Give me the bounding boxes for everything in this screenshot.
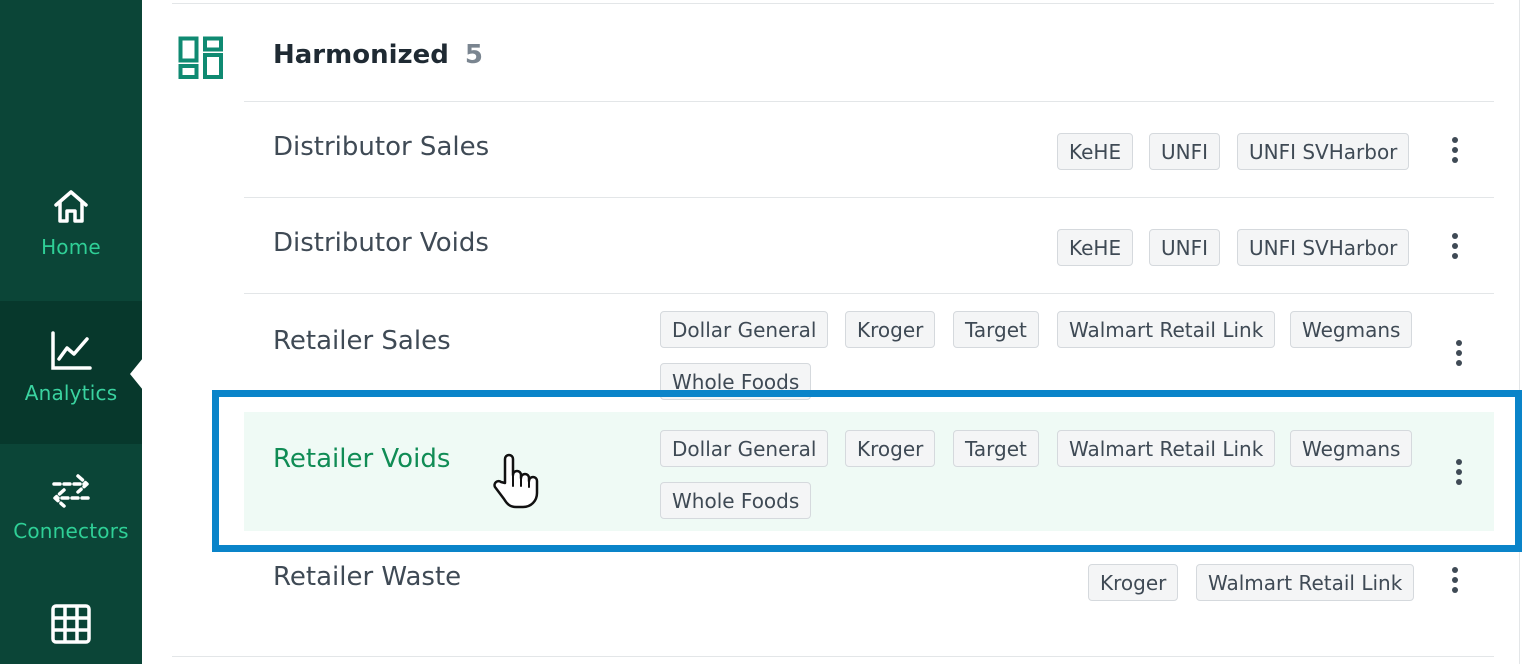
more-options-icon[interactable] <box>1445 135 1465 165</box>
divider <box>172 3 1494 4</box>
group-header: Harmonized 5 <box>273 40 483 70</box>
sidebar-item-home[interactable]: Home <box>0 165 142 300</box>
active-indicator <box>130 358 143 390</box>
source-tag: Wegmans <box>1290 311 1413 348</box>
dashboard-icon <box>178 36 223 79</box>
divider <box>1519 0 1520 664</box>
grid-icon <box>51 604 91 644</box>
more-options-icon[interactable] <box>1449 338 1469 368</box>
source-tag: Kroger <box>845 311 936 348</box>
source-tag: Walmart Retail Link <box>1057 311 1276 348</box>
focus-highlight <box>212 390 1522 552</box>
more-options-icon[interactable] <box>1445 565 1465 595</box>
group-title: Harmonized <box>273 40 449 70</box>
row-title[interactable]: Retailer Waste <box>273 562 461 592</box>
sidebar-item-grid[interactable] <box>0 585 142 664</box>
source-tag: UNFI <box>1149 229 1221 266</box>
dataset-row-distributor-sales[interactable]: Distributor Sales KeHE UNFI UNFI SVHarbo… <box>244 102 1494 197</box>
more-options-icon[interactable] <box>1445 231 1465 261</box>
source-tag: UNFI SVHarbor <box>1237 133 1410 170</box>
sidebar-item-analytics[interactable]: Analytics <box>0 301 142 444</box>
hand-pointer-cursor-icon <box>493 453 539 509</box>
source-tag: Dollar General <box>660 311 829 348</box>
source-tag: UNFI SVHarbor <box>1237 229 1410 266</box>
source-tag: Target <box>953 311 1039 348</box>
dataset-row-retailer-sales[interactable]: Retailer Sales Dollar General Kroger Tar… <box>244 294 1494 400</box>
row-title[interactable]: Retailer Sales <box>273 326 451 356</box>
sidebar-item-label: Home <box>41 235 101 259</box>
row-title[interactable]: Distributor Voids <box>273 228 489 258</box>
divider <box>172 656 1494 657</box>
arrows-exchange-icon <box>52 474 90 508</box>
chart-line-icon <box>51 331 92 370</box>
row-title[interactable]: Distributor Sales <box>273 132 489 162</box>
dataset-row-distributor-voids[interactable]: Distributor Voids KeHE UNFI UNFI SVHarbo… <box>244 198 1494 293</box>
sidebar-item-label: Analytics <box>24 381 118 405</box>
sidebar-item-label: Connectors <box>13 519 129 543</box>
source-tag: KeHE <box>1057 133 1134 170</box>
source-tag: KeHE <box>1057 229 1134 266</box>
group-count: 5 <box>464 40 483 70</box>
source-tag: Walmart Retail Link <box>1196 564 1415 601</box>
home-icon <box>54 190 88 223</box>
source-tag: UNFI <box>1149 133 1221 170</box>
source-tag: Kroger <box>1088 564 1179 601</box>
sidebar: Home Analytics Connectors <box>0 0 142 664</box>
sidebar-item-connectors[interactable]: Connectors <box>0 445 142 585</box>
